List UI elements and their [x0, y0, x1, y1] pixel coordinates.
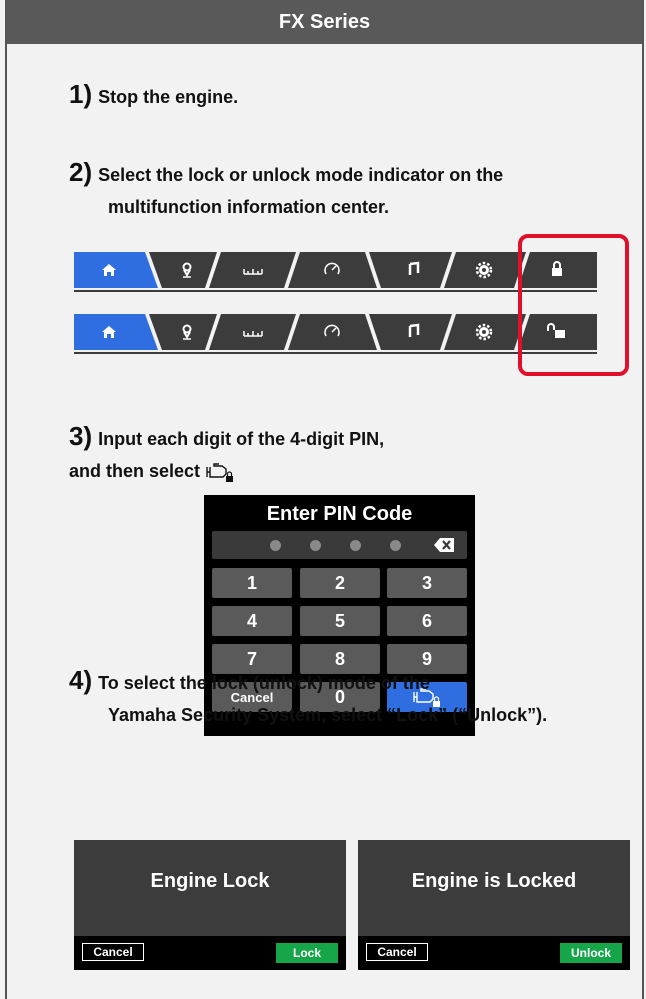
step-4: 4) To select the lock (unlock) mode of th… — [69, 664, 547, 731]
pin-dot — [390, 540, 401, 551]
dialog-footer: Cancel Unlock — [358, 936, 630, 970]
lock-button[interactable]: Lock — [276, 943, 338, 963]
key-3[interactable]: 3 — [387, 568, 467, 598]
nav-tab-location[interactable] — [149, 314, 217, 350]
step-number: 1) — [69, 79, 93, 109]
step-3: 3) Input each digit of the 4-digit PIN, a… — [69, 420, 384, 487]
step-text-line2: and then select — [69, 461, 201, 481]
cancel-button[interactable]: Cancel — [366, 943, 428, 961]
step-number: 2) — [69, 157, 93, 187]
cancel-button[interactable]: Cancel — [82, 943, 144, 961]
key-1[interactable]: 1 — [212, 568, 292, 598]
step-text-line1: Select the lock or unlock mode indicator… — [98, 165, 504, 185]
key-2[interactable]: 2 — [300, 568, 380, 598]
engine-lock-dialog: Engine Lock Cancel Lock — [74, 840, 346, 970]
dialog-title: Engine is Locked — [411, 870, 577, 892]
step-number: 4) — [69, 665, 93, 695]
engine-locked-dialog: Engine is Locked Cancel Unlock — [358, 840, 630, 970]
lock-indicator-highlight — [518, 234, 629, 376]
page-title-bar: FX Series — [7, 0, 642, 44]
dialog-title: Engine Lock — [150, 870, 270, 892]
unlock-button[interactable]: Unlock — [560, 943, 622, 963]
key-6[interactable]: 6 — [387, 606, 467, 636]
step-text-line1: To select the lock (unlock) mode of the — [98, 673, 430, 693]
pin-dot — [350, 540, 361, 551]
step-1: 1) Stop the engine. — [69, 78, 238, 113]
step-text-line2: multifunction information center. — [108, 197, 390, 217]
pin-panel-title: Enter PIN Code — [266, 503, 413, 525]
step-text-line1: Input each digit of the 4-digit PIN, — [98, 429, 385, 449]
step-text-line2: Yamaha Security System, select “Lock” (“… — [108, 705, 548, 725]
pin-dot — [310, 540, 321, 551]
engine-lock-icon — [206, 463, 234, 483]
key-5[interactable]: 5 — [300, 606, 380, 636]
backspace-icon[interactable] — [433, 537, 455, 553]
pin-display — [212, 531, 467, 559]
step-text-line2-row: and then select — [69, 455, 384, 487]
instruction-page: FX Series 1) Stop the engine. 2) Select th… — [5, 0, 644, 999]
page-title: FX Series — [278, 10, 371, 33]
key-4[interactable]: 4 — [212, 606, 292, 636]
step-text: Stop the engine. — [98, 87, 239, 107]
pin-dot — [270, 540, 281, 551]
step-2: 2) Select the lock or unlock mode indicat… — [69, 156, 503, 223]
nav-tab-location[interactable] — [149, 252, 217, 288]
step-number: 3) — [69, 421, 93, 451]
dialog-footer: Cancel Lock — [74, 936, 346, 970]
